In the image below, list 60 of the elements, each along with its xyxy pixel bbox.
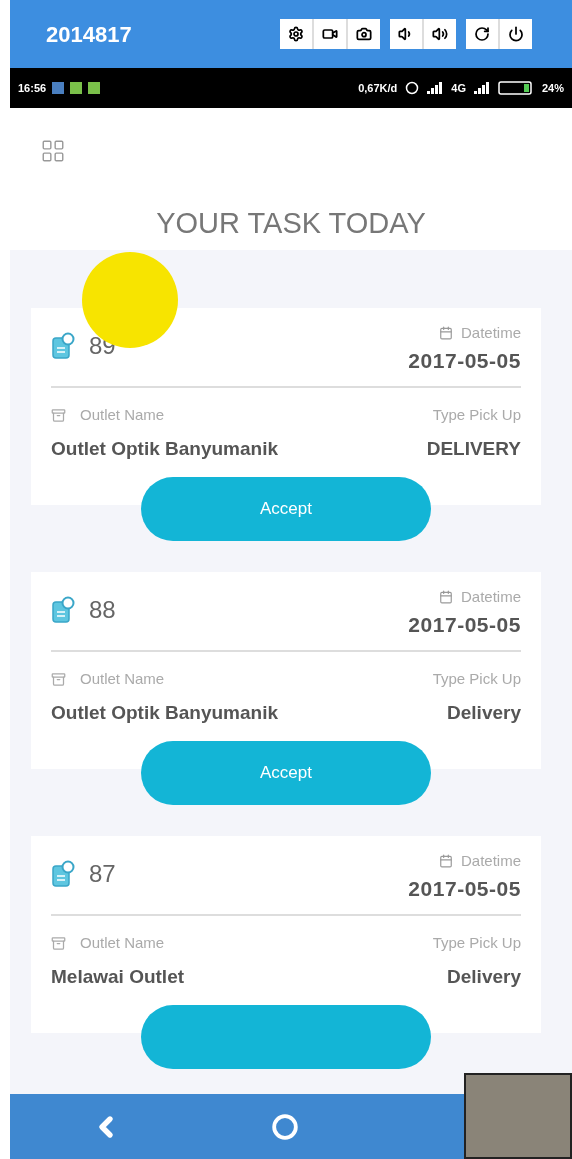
speaker-high-icon [432,26,448,42]
outlet-icon [51,407,66,423]
rotate-icon [474,26,490,42]
accept-button[interactable]: Accept [141,477,431,541]
video-button[interactable] [314,19,346,49]
outlet-name: Outlet Optik Banyumanik [51,436,278,461]
notification-icon [70,82,83,94]
device-id: 2014817 [46,20,132,49]
datetime-label: Datetime [460,851,521,871]
notification-icon [88,82,101,94]
power-button[interactable] [500,19,532,49]
outlet-label: Outlet Name [80,405,165,425]
outlet-name: Outlet Optik Banyumanik [51,700,278,725]
status-time: 16:56 [18,80,47,96]
calendar-icon [438,590,453,605]
pickup-type: Delivery [447,700,521,725]
type-label: Type Pick Up [432,669,521,689]
datetime-label: Datetime [460,587,521,607]
camera-button[interactable] [348,19,380,49]
outlet-label: Outlet Name [80,669,165,689]
settings-icon [288,26,304,42]
notification-icon [52,82,65,94]
volume-up-button[interactable] [424,19,456,49]
datetime-label: Datetime [460,323,521,343]
document-icon [51,860,75,888]
pickup-type: Delivery [447,964,521,989]
task-date: 2017-05-05 [408,875,521,902]
calendar-icon [438,326,453,341]
task-number: 88 [89,595,116,625]
volume-down-button[interactable] [390,19,422,49]
home-icon [272,1113,298,1140]
home-button[interactable] [272,1113,298,1140]
power-icon [508,26,524,42]
settings-button[interactable] [280,19,312,49]
camera-icon [356,26,372,42]
battery-icon [497,81,534,95]
type-label: Type Pick Up [432,933,521,953]
type-label: Type Pick Up [432,405,521,425]
outlet-label: Outlet Name [80,933,165,953]
page-title: YOUR TASK TODAY [155,206,427,241]
outlet-icon [51,671,66,687]
pickup-type: DELIVERY [426,436,521,461]
task-date: 2017-05-05 [408,611,521,638]
document-icon [51,596,75,624]
calendar-icon [438,854,453,869]
signal-icon [427,82,444,94]
accept-button[interactable]: Accept [141,741,431,805]
network-speed: 0,67K/d [358,80,398,96]
battery-level: 24% [541,80,564,96]
outlet-name: Melawai Outlet [51,964,185,989]
signal-icon [473,82,490,94]
video-camera-icon [322,26,338,42]
alarm-icon [405,81,420,95]
task-number: 87 [89,859,116,889]
network-type: 4G [451,80,466,96]
menu-icon[interactable] [40,138,66,164]
task-date: 2017-05-05 [408,347,521,374]
outlet-icon [51,935,66,951]
document-icon [51,332,75,360]
rotate-button[interactable] [466,19,498,49]
